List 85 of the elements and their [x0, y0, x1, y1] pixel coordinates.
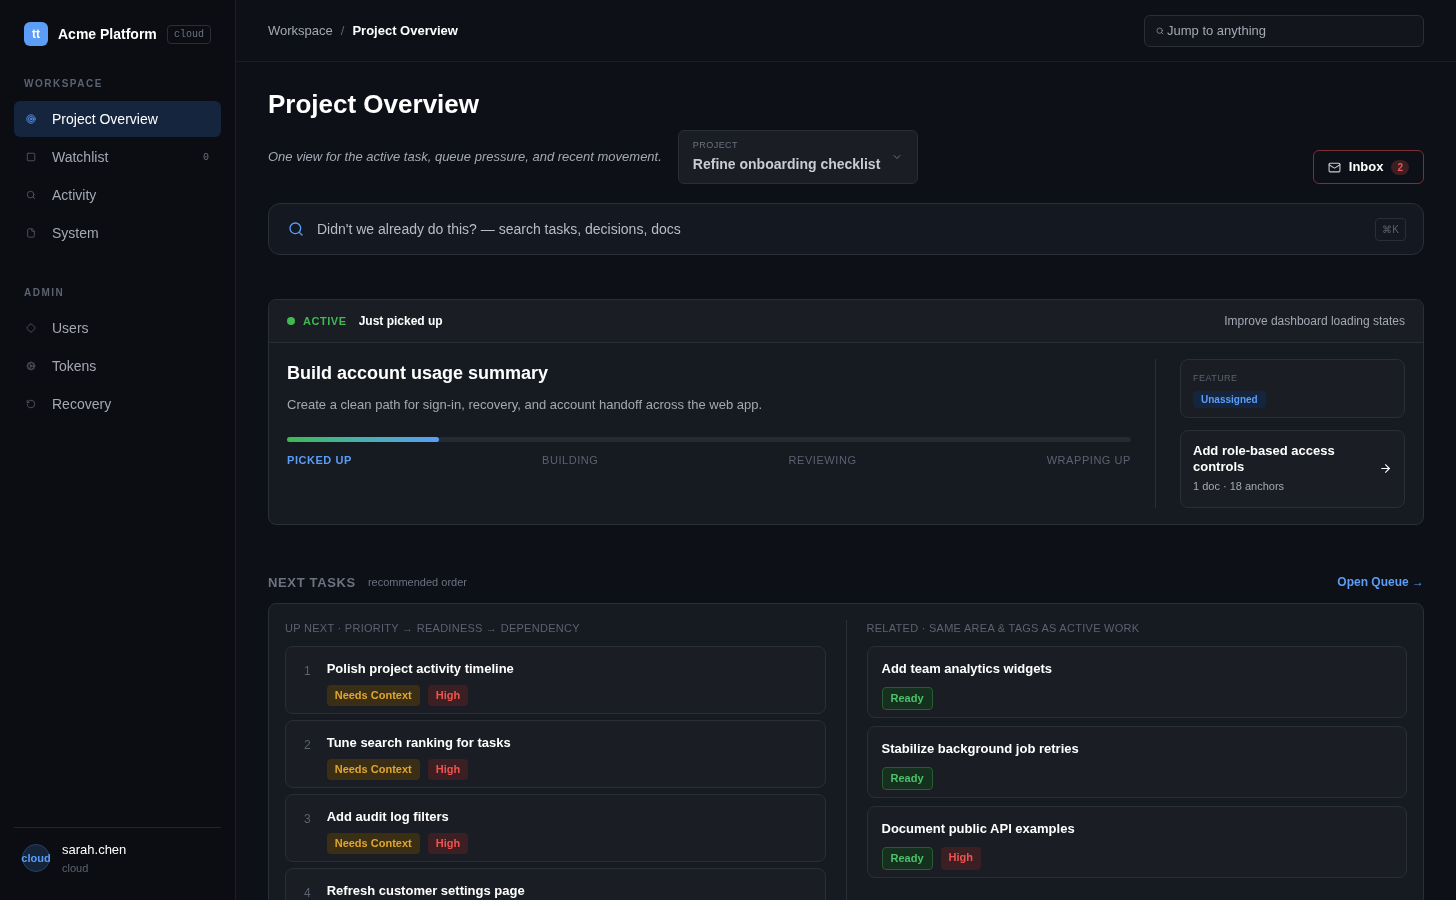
section-note: recommended order — [367, 575, 467, 590]
task-title: Add team analytics widgets — [881, 659, 1053, 678]
sidebar-item[interactable]: Project Overview — [14, 101, 221, 137]
task-title: Add audit log filters — [326, 807, 450, 826]
sidebar-item[interactable]: Watchlist 0 — [14, 139, 221, 175]
page-subtitle: One view for the active task, queue pressure, and recent movement. — [268, 147, 662, 166]
tag: High — [427, 833, 469, 854]
sidebar-item[interactable]: Activity — [14, 177, 221, 213]
search-icon — [288, 221, 304, 237]
task-number: 4 — [304, 884, 311, 900]
avatar: cloud — [22, 844, 50, 872]
task-card[interactable]: 4 Refresh customer settings page — [285, 867, 826, 900]
diamond-icon — [26, 323, 36, 333]
task-title: Build account usage summary — [287, 362, 550, 385]
jump-field[interactable]: Jump to anything — [1144, 14, 1424, 47]
tag: Ready — [881, 847, 933, 870]
user-name: sarah.chen — [62, 841, 127, 859]
task-title: Document public API examples — [881, 819, 1076, 838]
item-count: 0 — [203, 150, 209, 165]
task-title: Polish project activity timeline — [326, 659, 514, 678]
stage-label: WRAPPING UP — [1046, 452, 1131, 468]
section-title: NEXT TASKS — [268, 573, 356, 592]
related-task: Improve dashboard loading states — [1224, 313, 1405, 330]
inbox-button[interactable]: Inbox 2 — [1312, 150, 1424, 184]
stage-label: PICKED UP — [287, 452, 352, 468]
sidebar-item[interactable]: Tokens — [14, 348, 221, 384]
breadcrumb[interactable]: Workspace — [268, 20, 333, 41]
stage-label: REVIEWING — [788, 452, 857, 468]
inbox-count: 2 — [1391, 159, 1409, 175]
search-icon — [26, 190, 36, 200]
task-card[interactable]: 3 Add audit log filters Needs Context High — [285, 793, 826, 862]
user-subtitle: cloud — [62, 860, 90, 876]
tag: Needs Context — [326, 685, 420, 706]
status-label: ACTIVE — [303, 313, 347, 329]
tag: Needs Context — [326, 759, 420, 780]
sidebar-item[interactable]: System — [14, 215, 221, 251]
shortcut-key: ⌘K — [1375, 218, 1406, 241]
section-title: ADMIN — [23, 286, 66, 300]
open-queue-link[interactable]: Open Queue → — [1337, 573, 1424, 592]
env-badge: cloud — [167, 24, 211, 44]
tag: High — [427, 685, 469, 706]
search-icon — [1156, 26, 1164, 35]
tag: High — [940, 847, 981, 870]
task-card[interactable]: 2 Tune search ranking for tasks Needs Context High — [285, 719, 826, 788]
task-card[interactable]: Stabilize background job retries Ready — [866, 725, 1407, 798]
feature-label: FEATURE — [1193, 372, 1239, 385]
doc-meta: 1 doc · 18 anchors — [1193, 479, 1286, 494]
task-number: 2 — [304, 736, 311, 754]
tag: Needs Context — [326, 833, 420, 854]
mail-icon — [1327, 160, 1341, 174]
task-description: Create a clean path for sign-in, recovery, and account handoff across the web app. — [287, 396, 764, 414]
task-number: 3 — [304, 810, 311, 828]
feature-badge: Unassigned — [1193, 390, 1266, 408]
tag: High — [427, 759, 469, 780]
logo: tt — [24, 22, 48, 46]
status-note: Just picked up — [358, 313, 443, 330]
task-title: Refresh customer settings page — [326, 881, 525, 900]
rotate-icon — [26, 399, 36, 409]
select-value: Refine onboarding checklist — [692, 155, 882, 175]
task-card[interactable]: Document public API examples Ready High — [866, 805, 1407, 878]
stage-label: BUILDING — [542, 452, 599, 468]
task-title: Stabilize background job retries — [881, 739, 1080, 758]
column-heading: RELATED · SAME AREA & TAGS AS ACTIVE WORK — [866, 621, 1141, 636]
task-number: 1 — [304, 662, 311, 680]
section-title: WORKSPACE — [23, 77, 104, 91]
project-select[interactable]: PROJECT Refine onboarding checklist — [677, 130, 918, 184]
page-title: Project Overview — [268, 88, 480, 121]
file-icon — [26, 228, 36, 238]
breadcrumb-separator: / — [340, 21, 345, 40]
target-icon — [26, 114, 36, 124]
doc-link-card[interactable]: Add role-based access controls 1 doc · 18 anchors — [1180, 430, 1405, 508]
column-heading: UP NEXT · PRIORITY → READINESS → DEPENDENCY — [285, 621, 581, 636]
doc-title: Add role-based access controls — [1193, 443, 1336, 475]
breadcrumb[interactable]: Project Overview — [352, 20, 458, 41]
square-icon — [26, 152, 36, 162]
select-label: PROJECT — [692, 138, 739, 152]
sidebar-item[interactable]: Users — [14, 310, 221, 346]
sidebar-item[interactable]: Recovery — [14, 386, 221, 422]
arrow-icon — [1379, 462, 1392, 476]
task-title: Tune search ranking for tasks — [326, 733, 511, 752]
task-card[interactable]: 1 Polish project activity timeline Needs Context High — [285, 645, 826, 714]
brand-name: Acme Platform — [58, 24, 157, 44]
tag: Ready — [881, 687, 933, 710]
task-card[interactable]: Add team analytics widgets Ready — [866, 645, 1407, 718]
tag: Ready — [881, 767, 933, 790]
